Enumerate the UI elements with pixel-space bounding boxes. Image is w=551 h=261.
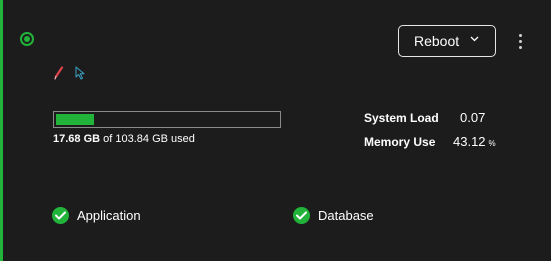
storage-used: 17.68 GB xyxy=(53,133,101,145)
chevron-down-icon xyxy=(470,36,479,42)
tool-icons xyxy=(53,66,87,80)
system-load-label: System Load xyxy=(364,111,439,125)
check-circle-icon xyxy=(293,207,310,224)
storage-progress-bar xyxy=(53,111,281,128)
service-database-label: Database xyxy=(318,208,374,223)
reboot-button[interactable]: Reboot xyxy=(398,25,496,57)
storage-total: 103.84 GB xyxy=(115,133,168,145)
system-load-number: 0.07 xyxy=(460,110,486,125)
pencil-icon[interactable] xyxy=(53,66,65,80)
check-circle-icon xyxy=(52,207,69,224)
memory-use-number: 43.12 xyxy=(453,134,486,149)
storage-of: of xyxy=(100,133,116,145)
status-online-icon xyxy=(20,32,34,46)
memory-use-value: 43.12% xyxy=(453,134,496,149)
server-card: Reboot 17.68 GB of 103.84 GB used System… xyxy=(0,0,551,261)
storage-suffix: used xyxy=(167,133,195,145)
reboot-label: Reboot xyxy=(414,33,460,49)
memory-use-unit: % xyxy=(488,139,496,148)
storage-usage-text: 17.68 GB of 103.84 GB used xyxy=(53,133,195,145)
service-application-label: Application xyxy=(77,208,141,223)
system-load-value: 0.07 xyxy=(460,110,485,125)
more-vertical-icon[interactable] xyxy=(513,34,527,50)
cursor-pointer-icon[interactable] xyxy=(73,66,87,80)
service-application: Application xyxy=(52,207,141,224)
service-database: Database xyxy=(293,207,374,224)
memory-use-label: Memory Use xyxy=(364,135,436,149)
storage-progress-fill xyxy=(56,114,94,125)
